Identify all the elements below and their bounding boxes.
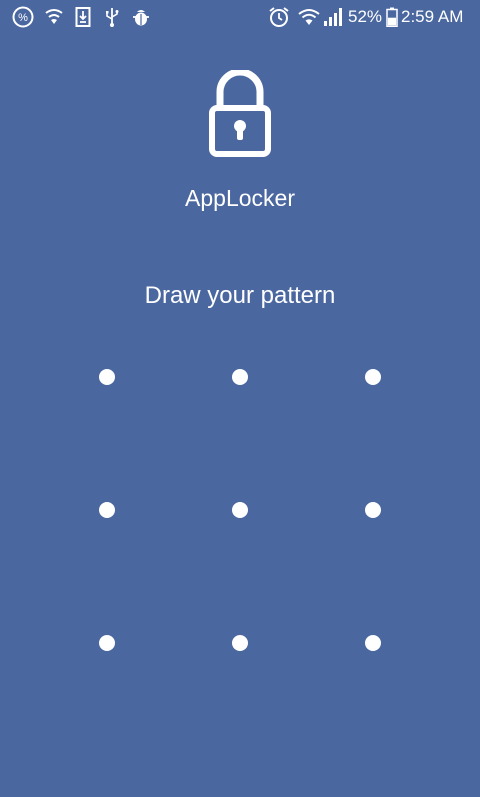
usb-icon [104, 7, 120, 27]
download-phone-icon [74, 7, 92, 27]
cell-signal-icon [323, 7, 343, 27]
status-bar: % 52% 2:59 AM [0, 0, 480, 34]
wifi-shield-icon [44, 7, 64, 27]
wifi-signal-icon [298, 7, 320, 27]
pattern-prompt: Draw your pattern [144, 282, 336, 309]
battery-percent: 52% [348, 7, 383, 26]
debug-bug-icon [130, 7, 152, 27]
pattern-dot-3[interactable] [365, 369, 381, 385]
pattern-dot-9[interactable] [365, 635, 381, 651]
pattern-dot-2[interactable] [232, 369, 248, 385]
pattern-dot-6[interactable] [365, 502, 381, 518]
pattern-dot-4[interactable] [99, 502, 115, 518]
pattern-dot-1[interactable] [99, 369, 115, 385]
battery-icon [386, 7, 398, 27]
alarm-clock-icon [268, 7, 290, 27]
svg-text:%: % [18, 12, 28, 24]
pattern-dot-7[interactable] [99, 635, 115, 651]
lock-icon [205, 68, 275, 158]
pattern-dot-8[interactable] [232, 635, 248, 651]
clock-time: 2:59 AM [401, 7, 464, 26]
pattern-dot-5[interactable] [232, 502, 248, 518]
pattern-grid[interactable] [40, 310, 440, 710]
percent-badge-icon: % [12, 6, 34, 28]
app-name: AppLocker [185, 185, 295, 211]
